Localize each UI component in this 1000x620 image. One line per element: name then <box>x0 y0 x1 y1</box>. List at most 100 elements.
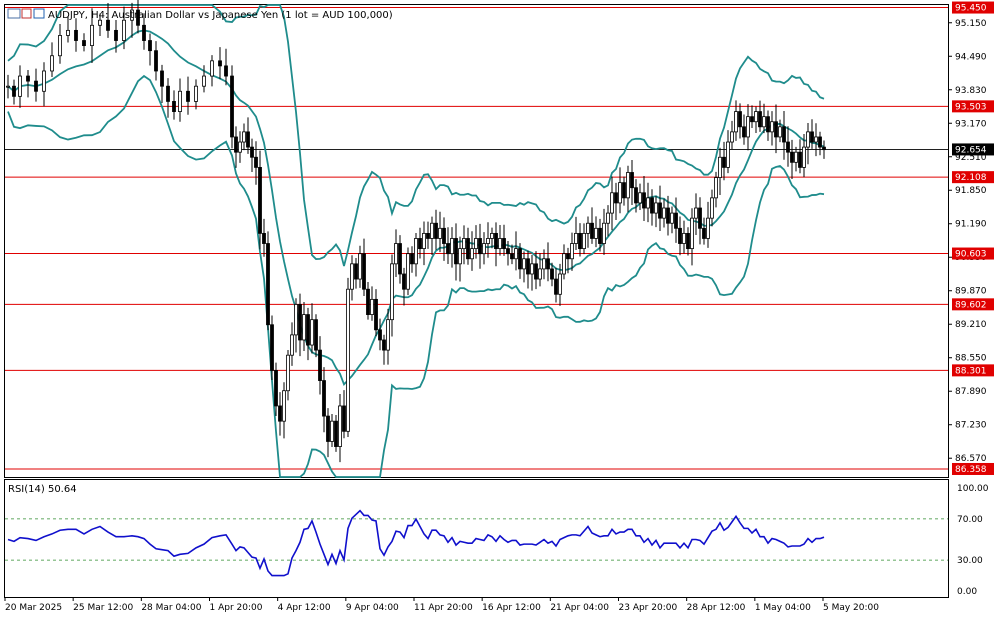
candle-body <box>822 146 826 151</box>
candle-body <box>160 70 164 87</box>
candle-body <box>494 232 498 250</box>
candle-body <box>674 212 678 229</box>
candle-body <box>818 136 822 148</box>
candle-body <box>218 60 222 67</box>
candle-body <box>794 151 798 163</box>
candle-body <box>594 227 598 239</box>
candle-body <box>506 248 510 255</box>
candle-body <box>554 278 558 295</box>
header: AUDJPY, H4: Australian Dollar vs Japanes… <box>7 8 393 21</box>
candle-body <box>74 29 78 41</box>
candle-body <box>446 243 450 255</box>
price-tick-label: 94.490 <box>955 52 987 62</box>
candle-body <box>82 40 86 47</box>
candle-body <box>798 151 802 168</box>
candle-body <box>474 238 478 250</box>
trading-chart[interactable]: 95.15094.49093.83093.17092.51091.85091.1… <box>0 0 1000 620</box>
candle-body <box>694 207 698 219</box>
chart-type-icon[interactable] <box>33 8 45 19</box>
candle-body <box>754 111 758 123</box>
candle-body <box>286 354 290 392</box>
candle-body <box>362 253 366 290</box>
time-tick-label: 5 May 20:00 <box>823 603 879 613</box>
candle-body <box>278 405 282 422</box>
candle-body <box>734 111 738 133</box>
candle-body <box>390 263 394 321</box>
candle-body <box>730 131 734 143</box>
time-tick-label: 1 Apr 20:00 <box>210 603 263 613</box>
candle-body <box>746 116 750 138</box>
candle-body <box>434 222 438 239</box>
candle-body <box>606 212 610 224</box>
candle-body <box>678 227 682 244</box>
time-tick-label: 1 May 04:00 <box>755 603 811 613</box>
candle-body <box>234 136 238 153</box>
candle-body <box>12 85 16 97</box>
chart-tab-icon[interactable] <box>21 8 32 19</box>
candle-body <box>538 268 542 280</box>
candle-body <box>142 24 146 41</box>
candle-body <box>698 207 702 229</box>
candle-body <box>562 253 566 275</box>
candle-body <box>690 217 694 250</box>
candle-body <box>422 232 426 250</box>
candle-body <box>534 263 538 280</box>
candle-body <box>726 141 730 168</box>
candle-body <box>482 243 486 255</box>
candle-body <box>498 238 502 250</box>
candle-body <box>662 207 666 219</box>
candle-body <box>642 192 646 209</box>
candle-body <box>706 217 710 239</box>
candle-body <box>42 70 46 92</box>
candle-body <box>466 238 470 260</box>
candle-body <box>750 116 754 123</box>
time-tick-label: 28 Apr 12:00 <box>687 603 746 613</box>
candle-body <box>350 263 354 290</box>
candle-body <box>410 253 414 265</box>
candle-body <box>374 298 378 331</box>
candle-body <box>370 298 374 315</box>
time-tick-label: 21 Apr 04:00 <box>550 603 609 613</box>
time-tick-label: 23 Apr 20:00 <box>619 603 678 613</box>
time-axis: 20 Mar 2025 25 Mar 12:00 28 Mar 04:00 1 Apr… <box>4 597 879 613</box>
current-price-label: 92.654 <box>955 145 987 155</box>
candle-body <box>438 227 442 239</box>
candle-body <box>802 146 806 168</box>
candle-body <box>814 136 818 143</box>
rsi-tick-label: 70.00 <box>957 515 983 525</box>
candle-body <box>154 50 158 72</box>
candle-body <box>686 232 690 250</box>
candle-body <box>778 126 782 138</box>
candle-body <box>378 329 382 341</box>
candle-body <box>430 222 434 239</box>
candle-body <box>806 131 810 148</box>
time-tick-label: 11 Apr 20:00 <box>414 603 473 613</box>
candle-body <box>294 304 298 336</box>
candle-body <box>358 253 362 280</box>
candle-body <box>310 319 314 346</box>
candle-body <box>522 258 526 270</box>
candle-body <box>626 172 630 199</box>
candle-body <box>186 90 190 102</box>
candle-body <box>414 238 418 265</box>
candle-body <box>658 202 662 219</box>
candle-body <box>574 232 578 244</box>
level-label-text: 90.603 <box>955 250 987 260</box>
rsi-tick-label: 100.00 <box>957 484 989 494</box>
candle-body <box>266 243 270 326</box>
price-tick-label: 87.230 <box>955 421 987 431</box>
time-tick-label: 16 Apr 12:00 <box>482 603 541 613</box>
candle-body <box>558 273 562 295</box>
price-tick-label: 91.850 <box>955 186 987 196</box>
price-tick-label: 93.830 <box>955 86 987 96</box>
candle-body <box>770 121 774 133</box>
candle-body <box>550 268 554 280</box>
candle-body <box>202 75 206 87</box>
candle-body <box>230 75 234 138</box>
window-menu-icon[interactable] <box>7 8 21 19</box>
candle-body <box>406 253 410 290</box>
candle-body <box>450 238 454 255</box>
candle-body <box>782 126 786 143</box>
candle-body <box>670 212 674 224</box>
candle-body <box>666 207 670 224</box>
